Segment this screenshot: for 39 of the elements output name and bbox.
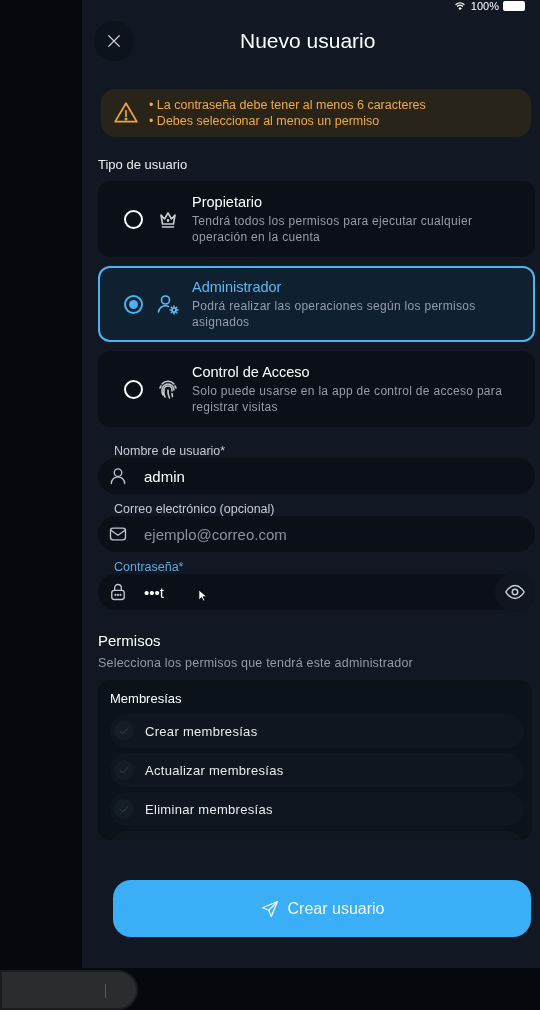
warning-message: • La contraseña debe tener al menos 6 caracteres	[149, 98, 426, 112]
section-subtitle: Selecciona los permisos que tendrá este administrador	[98, 656, 414, 670]
wifi-icon	[452, 0, 467, 12]
section-title: Permisos	[98, 632, 162, 649]
option-description: Podrá realizar las operaciones según los permisos asignados	[192, 297, 477, 330]
permission-item[interactable]: Eliminar membresías	[110, 792, 524, 826]
section-label: Tipo de usuario	[98, 157, 189, 172]
option-description: Tendrá todos los permisos para ejecutar cualquier operación en la cuenta	[192, 212, 474, 245]
battery-icon	[503, 1, 525, 11]
option-title: Propietario	[192, 193, 264, 210]
checkbox[interactable]	[114, 799, 134, 819]
user-gear-icon	[156, 292, 180, 316]
user-type-option[interactable]: Propietario Tendrá todos los permisos para ejecutar cualquier operación en la cuenta	[98, 181, 535, 257]
input-field[interactable]: ejemplo@correo.com	[144, 525, 344, 543]
field-label: Nombre de usuario*	[114, 444, 227, 458]
warning-icon	[113, 100, 139, 126]
lock-icon	[108, 582, 128, 602]
option-description: Solo puede usarse en la app de control de acceso para registrar visitas	[192, 382, 504, 415]
radio-button[interactable]	[124, 294, 143, 314]
send-icon	[259, 898, 280, 919]
user-type-option[interactable]: Control de Acceso Solo puede usarse en la app de control de acceso para registrar visitas	[98, 351, 535, 427]
warning-message: • Debes seleccionar al menos un permiso	[149, 114, 381, 128]
option-title: Administrador	[192, 278, 283, 295]
permission-item[interactable]: Actualizar membresías	[110, 753, 524, 787]
checkbox[interactable]	[114, 760, 134, 780]
group-title: Membresías	[110, 691, 183, 706]
option-title: Control de Acceso	[192, 363, 311, 380]
field-label: Correo electrónico (opcional)	[114, 502, 276, 516]
permission-item[interactable]: Crear membresías	[110, 714, 524, 748]
user-type-option[interactable]: Administrador Podrá realizar las operaciones según los permisos asignados	[98, 266, 535, 342]
screen-title: Nuevo usuario	[240, 29, 376, 53]
battery-percentage: 100%	[470, 0, 499, 12]
input-field[interactable]: admin	[144, 467, 344, 485]
close-icon	[105, 32, 123, 50]
input-field[interactable]: •••t	[144, 583, 344, 601]
field-label: Contraseña*	[114, 560, 185, 574]
checkbox[interactable]	[114, 721, 134, 741]
close-button[interactable]	[94, 21, 134, 61]
user-icon	[108, 466, 128, 486]
